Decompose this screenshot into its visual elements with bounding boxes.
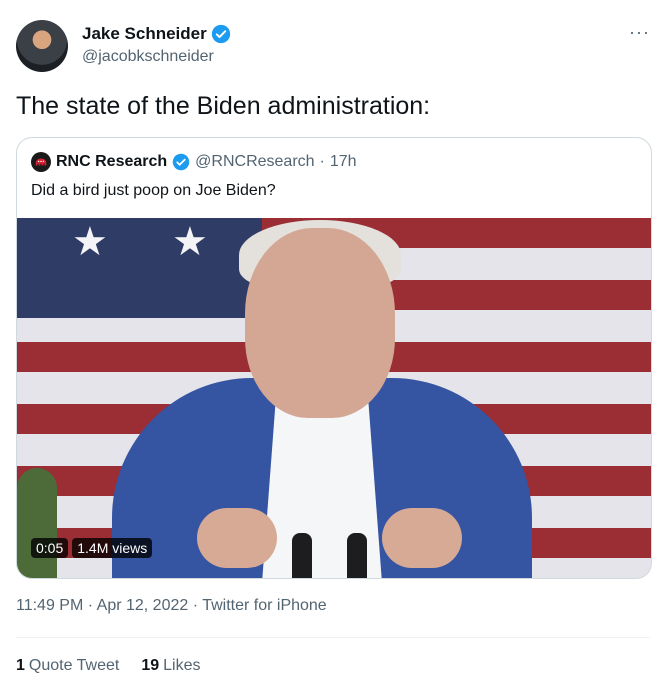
more-icon[interactable]: ··· — [629, 22, 650, 43]
quoted-tweet-header: RNC Research @RNCResearch · 17h — [31, 152, 357, 172]
tweet-meta: 11:49 PM · Apr 12, 2022 · Twitter for iP… — [16, 597, 327, 615]
quoted-tweet[interactable]: RNC Research @RNCResearch · 17h Did a bi… — [16, 137, 652, 579]
flag-canton — [17, 218, 262, 318]
tweet-stats: 1 Quote Tweet 19 Likes — [16, 657, 201, 675]
microphone — [347, 533, 367, 578]
likes-count: 19 — [141, 657, 160, 674]
separator: · — [319, 153, 325, 170]
quoted-tweet-text: Did a bird just poop on Joe Biden? — [31, 182, 276, 199]
quote-label: Quote Tweet — [28, 657, 120, 674]
author-name-row: Jake Schneider — [82, 24, 231, 44]
microphone — [292, 533, 312, 578]
verified-badge-icon — [172, 153, 190, 171]
speaker-hand — [197, 508, 277, 568]
quoted-author-name[interactable]: RNC Research — [56, 153, 167, 171]
speaker-hand — [382, 508, 462, 568]
author-handle[interactable]: @jacobkschneider — [82, 48, 214, 66]
plant — [17, 468, 57, 578]
video-views: 1.4M views — [72, 538, 153, 558]
tweet-time[interactable]: 11:49 PM — [16, 597, 83, 614]
author-avatar[interactable] — [16, 20, 68, 72]
divider — [16, 637, 650, 638]
video-duration: 0:05 — [31, 538, 69, 558]
verified-badge-icon — [211, 24, 230, 44]
tweet-date[interactable]: Apr 12, 2022 — [97, 597, 189, 614]
likes-label: Likes — [163, 657, 201, 674]
quote-count: 1 — [16, 657, 25, 674]
quoted-timestamp[interactable]: 17h — [330, 153, 357, 171]
star-icon: ★ — [172, 220, 208, 264]
video-player[interactable]: ★ ★ 0:05 1.4M views — [17, 218, 651, 578]
author-name[interactable]: Jake Schneider — [82, 24, 207, 44]
video-overlay: 0:05 1.4M views — [31, 538, 153, 558]
speaker-head — [245, 228, 395, 418]
separator: · — [87, 597, 94, 614]
tweet-text: The state of the Biden administration: — [16, 92, 431, 120]
quoted-author-handle[interactable]: @RNCResearch — [195, 153, 314, 171]
tweet-source[interactable]: Twitter for iPhone — [202, 597, 327, 614]
rnc-elephant-icon — [31, 152, 51, 172]
star-icon: ★ — [72, 220, 108, 264]
separator: · — [192, 597, 199, 614]
quote-tweets-link[interactable]: 1 Quote Tweet — [16, 657, 119, 675]
likes-link[interactable]: 19 Likes — [141, 657, 200, 675]
